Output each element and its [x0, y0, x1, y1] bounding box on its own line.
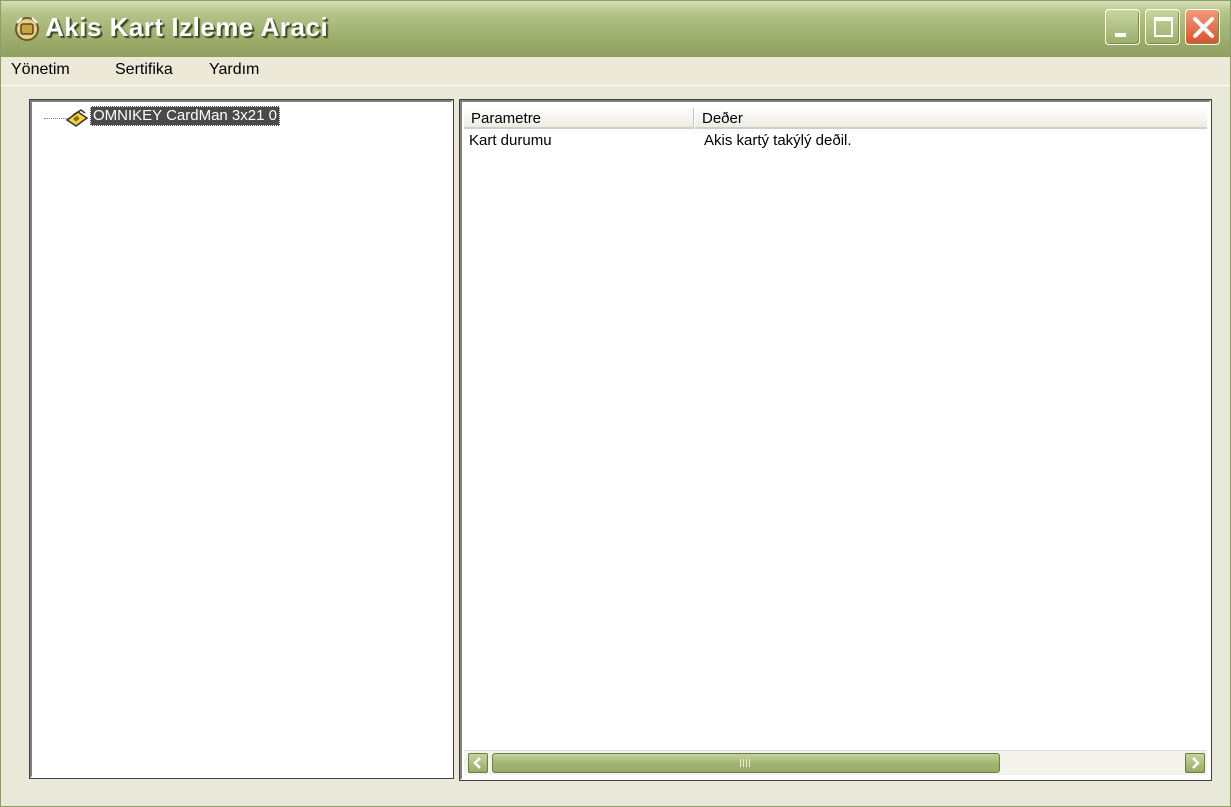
close-icon	[1193, 17, 1214, 38]
reader-tree[interactable]: OMNIKEY CardMan 3x21 0	[29, 99, 454, 779]
grip-icon	[740, 759, 752, 767]
menu-yardim[interactable]: Yardım	[209, 61, 259, 79]
details-list[interactable]: Parametre Deðer Kart durumu Akis kartý t…	[459, 99, 1212, 781]
menu-sertifika[interactable]: Sertifika	[115, 61, 173, 79]
maximize-button[interactable]	[1145, 9, 1180, 45]
scroll-right-button[interactable]	[1185, 753, 1205, 773]
card-reader-icon	[65, 109, 89, 127]
maximize-icon	[1154, 17, 1173, 37]
app-window: Akis Kart Izleme Araci Yönetim Sertifika…	[0, 0, 1231, 807]
close-button[interactable]	[1185, 9, 1220, 45]
tree-node-reader[interactable]: OMNIKEY CardMan 3x21 0	[90, 106, 280, 126]
horizontal-scrollbar[interactable]	[464, 750, 1207, 775]
minimize-icon	[1115, 33, 1126, 37]
scroll-left-button[interactable]	[468, 753, 488, 773]
title-bar[interactable]: Akis Kart Izleme Araci	[1, 1, 1230, 58]
cell-param: Kart durumu	[469, 132, 552, 149]
menu-yonetim[interactable]: Yönetim	[11, 61, 70, 79]
menu-bar: Yönetim Sertifika Yardım	[1, 57, 1230, 85]
cell-value: Akis kartý takýlý deðil.	[704, 132, 852, 149]
arrow-right-icon	[1192, 757, 1200, 769]
window-title: Akis Kart Izleme Araci	[45, 12, 329, 42]
scroll-thumb[interactable]	[492, 753, 1000, 773]
smartcard-app-icon	[15, 17, 39, 41]
column-header-deger[interactable]: Deðer	[695, 108, 1207, 129]
menu-divider	[1, 85, 1230, 86]
column-header-parametre[interactable]: Parametre	[464, 108, 694, 129]
arrow-left-icon	[473, 757, 481, 769]
minimize-button[interactable]	[1105, 9, 1140, 45]
